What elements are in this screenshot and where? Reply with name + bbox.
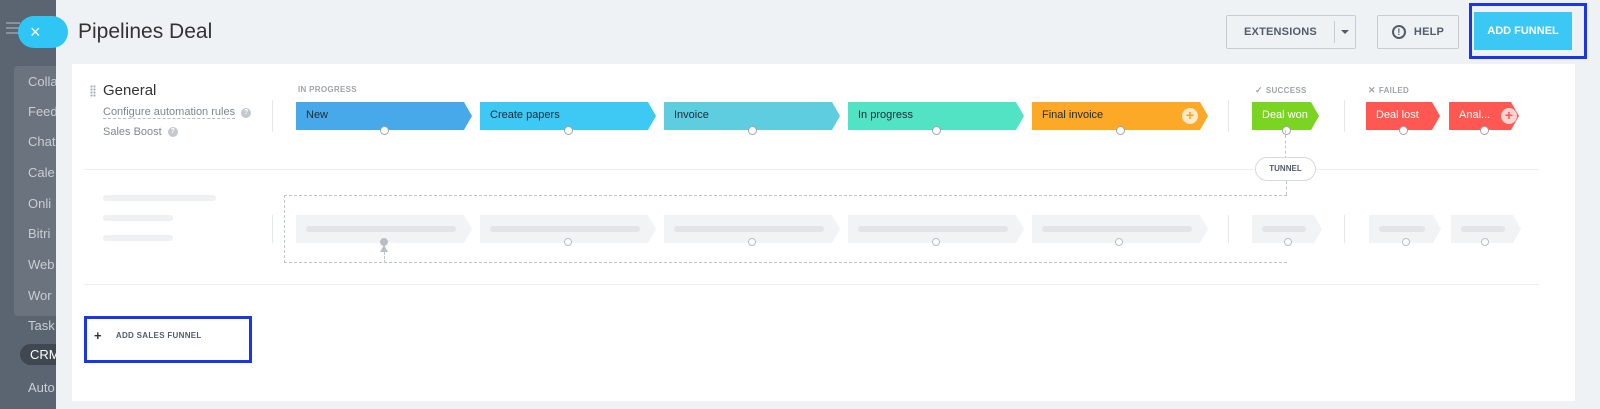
add-funnel-button[interactable]: ADD FUNNEL — [1474, 12, 1572, 50]
bg-menu-item[interactable]: Auto — [28, 380, 55, 395]
divider — [272, 100, 273, 132]
cross-icon: ✕ — [1368, 85, 1376, 95]
bg-menu-item[interactable]: Chat — [28, 134, 55, 149]
placeholder-dot — [1284, 238, 1292, 246]
bg-menu-item[interactable]: Colla — [28, 74, 56, 89]
sales-boost-link[interactable]: Sales Boost ? — [103, 126, 178, 138]
close-icon: × — [30, 22, 41, 42]
placeholder-dot — [748, 238, 756, 246]
stage-name: Deal won — [1262, 109, 1308, 121]
help-label: HELP — [1413, 26, 1445, 38]
add-stage-icon[interactable]: + — [1182, 108, 1198, 124]
background-sidebar: Colla Feed Chat Cale Onli Bitri Web Wor … — [0, 0, 56, 409]
divider — [84, 284, 1539, 285]
chevron-down-icon — [1340, 30, 1349, 34]
add-sales-funnel-button[interactable]: + ADD SALES FUNNEL — [94, 328, 202, 343]
group-label-text: SUCCESS — [1265, 86, 1307, 95]
group-label-success: ✓ SUCCESS — [1255, 85, 1307, 96]
funnel-name[interactable]: General — [103, 82, 156, 99]
bg-menu-item[interactable]: Task — [28, 318, 55, 333]
stage-name: Create papers — [490, 109, 560, 121]
question-icon[interactable]: ? — [167, 127, 178, 137]
divider — [1344, 215, 1345, 243]
bg-menu-item[interactable]: Bitri — [28, 226, 50, 241]
add-sales-funnel-label: ADD SALES FUNNEL — [115, 331, 202, 340]
stage-new[interactable]: New — [296, 102, 472, 135]
stage-connector-dot[interactable] — [932, 126, 941, 135]
placeholder-dot — [1402, 238, 1410, 246]
group-label-in-progress: IN PROGRESS — [298, 85, 357, 94]
help-button[interactable]: ! HELP — [1377, 15, 1459, 49]
divider — [84, 169, 1539, 170]
extensions-button[interactable]: EXTENSIONS — [1226, 15, 1356, 49]
stage-deal-lost[interactable]: Deal lost — [1366, 102, 1440, 135]
stage-invoice[interactable]: Invoice — [664, 102, 840, 135]
bg-menu-item[interactable]: Feed — [28, 104, 56, 119]
stage-name: Invoice — [674, 109, 709, 121]
tunnel-line — [1286, 181, 1287, 195]
link-text: Sales Boost — [103, 126, 162, 138]
pipelines-slider: Pipelines Deal EXTENSIONS ! HELP ADD FUN… — [56, 0, 1600, 409]
question-icon[interactable]: ? — [241, 107, 252, 118]
check-icon: ✓ — [1255, 85, 1263, 95]
stage-connector-dot[interactable] — [1399, 126, 1408, 135]
stage-in-progress[interactable]: In progress — [848, 102, 1024, 135]
bg-menu-item[interactable]: Onli — [28, 196, 51, 211]
add-stage-icon[interactable]: + — [1501, 108, 1517, 124]
plus-icon: + — [94, 328, 102, 343]
placeholder-dot — [1481, 238, 1489, 246]
divider — [1344, 100, 1345, 132]
info-icon: ! — [1391, 25, 1406, 39]
stage-name: Anal... — [1459, 109, 1491, 121]
page-title: Pipelines Deal — [78, 20, 213, 43]
divider — [1228, 215, 1229, 243]
stage-connector-dot[interactable] — [380, 126, 389, 135]
stage-name: In progress — [858, 109, 914, 121]
configure-automation-link[interactable]: Configure automation rules ? — [103, 106, 252, 119]
bg-menu-item[interactable]: Cale — [28, 165, 55, 180]
bg-menu-item-crm[interactable]: CRM — [20, 344, 56, 365]
drag-handle-icon[interactable] — [90, 85, 96, 97]
bg-menu-item[interactable]: Web — [28, 257, 55, 272]
stage-analysis[interactable]: Anal... + — [1449, 102, 1519, 135]
link-text: Configure automation rules — [103, 106, 236, 119]
extensions-dropdown-toggle[interactable] — [1335, 30, 1355, 34]
placeholder-dot — [564, 238, 572, 246]
stage-connector-dot[interactable] — [564, 126, 573, 135]
placeholder-dot — [1115, 238, 1123, 246]
stage-create-papers[interactable]: Create papers — [480, 102, 656, 135]
stage-final-invoice[interactable]: Final invoice + — [1032, 102, 1208, 135]
placeholder-bar — [103, 235, 173, 241]
bg-menu-item[interactable]: Wor — [28, 288, 52, 303]
extensions-label: EXTENSIONS — [1244, 26, 1317, 38]
placeholder-bar — [103, 195, 216, 201]
stage-name: Final invoice — [1042, 109, 1104, 121]
group-label-failed: ✕ FAILED — [1368, 85, 1409, 96]
stage-connector-dot[interactable] — [1116, 126, 1125, 135]
stage-name: New — [306, 109, 329, 121]
group-label-text: FAILED — [1378, 86, 1410, 95]
placeholder-bar — [103, 215, 173, 221]
funnels-card: General Configure automation rules ? Sal… — [72, 64, 1575, 401]
tunnel-line — [384, 248, 385, 263]
placeholder-dot — [932, 238, 940, 246]
close-slider-button[interactable]: × — [18, 16, 68, 48]
stage-deal-won[interactable]: Deal won — [1252, 102, 1319, 135]
stage-connector-dot[interactable] — [1281, 126, 1291, 135]
stage-connector-dot[interactable] — [748, 126, 757, 135]
placeholder-dot — [380, 238, 388, 246]
divider — [1228, 100, 1229, 132]
tunnel-button[interactable]: TUNNEL — [1255, 157, 1316, 181]
stage-name: Deal lost — [1376, 109, 1419, 121]
divider — [272, 215, 273, 243]
stage-connector-dot[interactable] — [1480, 126, 1489, 135]
